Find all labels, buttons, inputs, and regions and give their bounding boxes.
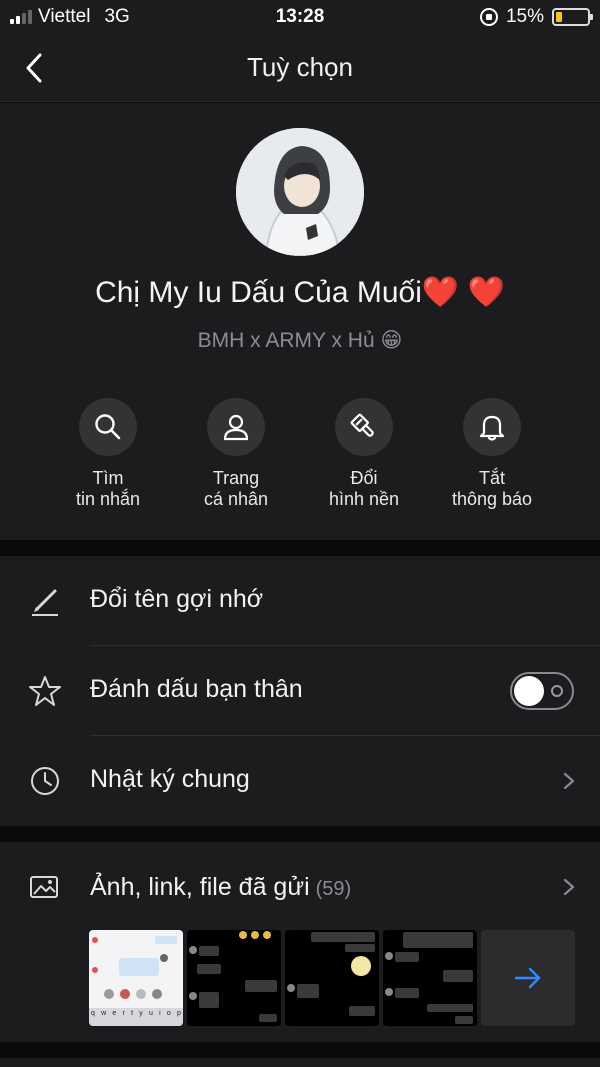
search-messages-button[interactable]: Tìm tin nhắn xyxy=(44,398,172,510)
key-label: p xyxy=(177,1010,181,1017)
pencil-icon xyxy=(32,589,58,616)
see-more-media-button[interactable] xyxy=(481,930,575,1026)
best-friend-row: Đánh dấu bạn thân xyxy=(0,646,600,736)
key-label: e xyxy=(112,1010,117,1017)
shared-diary-row[interactable]: Nhật ký chung xyxy=(0,736,600,826)
chevron-right-icon xyxy=(563,772,575,790)
chat-screenshot-image xyxy=(189,931,277,1022)
page-title: Tuỳ chọn xyxy=(247,52,353,82)
person-icon xyxy=(223,414,249,441)
media-label: Ảnh, link, file đã gửi xyxy=(90,873,310,901)
action-label-line1: Đổi xyxy=(350,468,378,488)
mute-notifications-button[interactable]: Tắt thông báo xyxy=(428,398,556,510)
toggle-knob xyxy=(514,676,544,706)
action-label-line1: Tắt xyxy=(478,468,505,488)
arrow-right-icon xyxy=(514,967,541,989)
nav-bar: Tuỳ chọn xyxy=(0,34,600,102)
action-label-line1: Tìm xyxy=(92,468,124,488)
media-count: (59) xyxy=(315,878,352,900)
keyboard-row: qwertyuiop xyxy=(91,1010,181,1017)
profile-name: Chị My Iu Dấu Của Muối❤️ ❤️ xyxy=(95,276,505,309)
action-label-line2: hình nền xyxy=(328,489,400,509)
action-label-line2: tin nhắn xyxy=(75,489,141,509)
chevron-right-icon xyxy=(563,878,575,896)
rename-row[interactable]: Đổi tên gợi nhớ xyxy=(0,556,600,646)
key-label: r xyxy=(122,1010,125,1017)
key-label: t xyxy=(131,1010,134,1017)
change-background-button[interactable]: Đổi hình nền xyxy=(300,398,428,510)
chat-screenshot-image xyxy=(385,932,473,1024)
best-friend-label: Đánh dấu bạn thân xyxy=(90,675,303,703)
profile-page-button[interactable]: Trang cá nhân xyxy=(172,398,300,510)
action-label-line2: thông báo xyxy=(451,489,533,509)
toggle-off-indicator xyxy=(551,685,563,697)
status-right: 15% xyxy=(479,6,593,28)
chat-screenshot-image xyxy=(287,932,375,1016)
best-friend-toggle[interactable] xyxy=(510,672,574,710)
rotation-lock-icon xyxy=(479,8,498,26)
paint-brush-icon xyxy=(350,413,374,437)
media-thumbnail[interactable] xyxy=(383,930,477,1026)
key-label: y xyxy=(139,1010,143,1017)
key-label: w xyxy=(101,1010,107,1017)
gallery-icon xyxy=(30,876,58,898)
shared-diary-label: Nhật ký chung xyxy=(90,765,250,793)
action-label-line1: Trang xyxy=(212,468,260,488)
key-label: u xyxy=(148,1010,153,1017)
rename-label: Đổi tên gợi nhớ xyxy=(90,585,264,613)
status-bar: Viettel 3G 13:28 15% xyxy=(0,0,600,34)
action-label-line2: cá nhân xyxy=(203,489,269,509)
bell-icon xyxy=(479,415,505,441)
key-label: i xyxy=(159,1010,161,1017)
media-thumbnails: qwertyuiop xyxy=(89,930,575,1026)
profile-status: BMH x ARMY x Hủ 😁 xyxy=(197,329,403,352)
avatar[interactable] xyxy=(236,128,364,256)
clock-icon xyxy=(31,767,59,795)
battery-icon xyxy=(552,8,593,26)
quick-actions: Tìm tin nhắn Trang cá nhân Đổi hình nền … xyxy=(44,398,556,510)
key-label: o xyxy=(166,1010,171,1017)
next-section-edge xyxy=(0,1058,600,1067)
profile-section: Chị My Iu Dấu Của Muối❤️ ❤️ BMH x ARMY x… xyxy=(0,103,600,540)
media-thumbnail[interactable] xyxy=(285,930,379,1026)
key-label: q xyxy=(91,1010,95,1017)
battery-percent: 15% xyxy=(505,6,544,27)
search-icon xyxy=(95,414,121,440)
options-menu: Đổi tên gợi nhớ Đánh dấu bạn thân Nhật k… xyxy=(0,556,600,826)
media-row[interactable]: Ảnh, link, file đã gửi (59) xyxy=(0,842,600,926)
star-icon xyxy=(29,676,61,706)
media-section: Ảnh, link, file đã gửi (59) qwertyuiop xyxy=(0,842,600,1042)
avatar-image xyxy=(236,128,364,256)
media-thumbnail[interactable] xyxy=(187,930,281,1026)
media-thumbnail[interactable]: qwertyuiop xyxy=(89,930,183,1026)
